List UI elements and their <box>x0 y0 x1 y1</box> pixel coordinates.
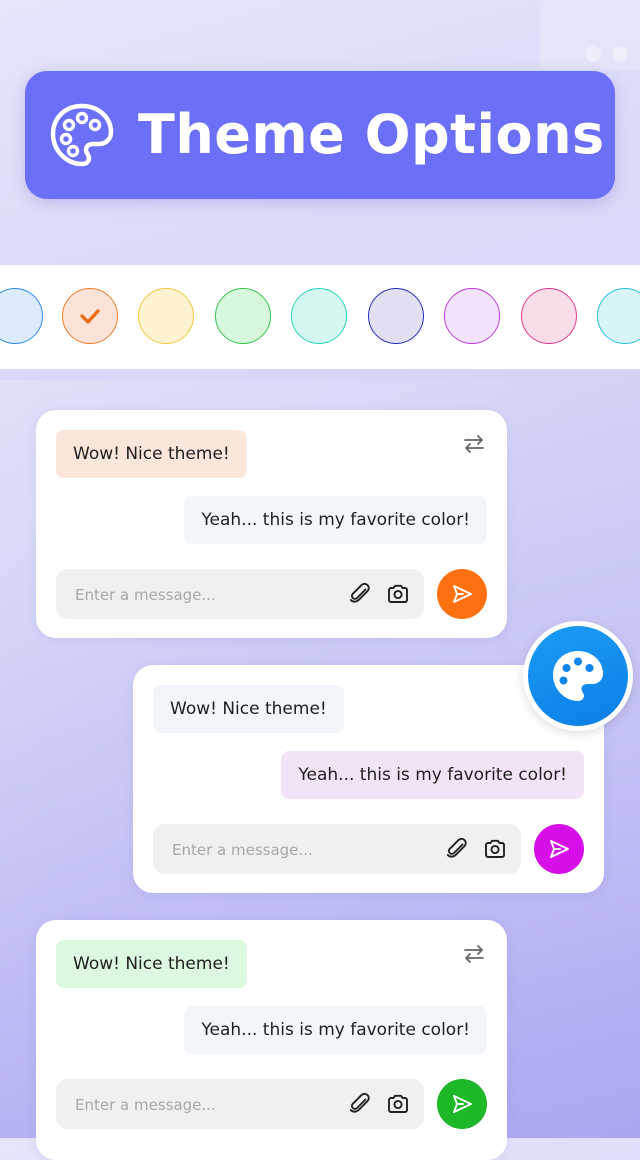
send-button[interactable] <box>534 824 584 874</box>
theme-options-banner: Theme Options <box>25 71 615 199</box>
chat-preview-card: Wow! Nice theme! Yeah... this is my favo… <box>36 920 507 1160</box>
swap-icon[interactable] <box>462 432 486 456</box>
swatch-teal[interactable] <box>291 288 347 344</box>
swatch-orange[interactable] <box>62 288 118 344</box>
send-icon <box>453 585 472 603</box>
message-input[interactable] <box>170 824 424 876</box>
message-input[interactable] <box>73 1079 327 1131</box>
sent-message: Yeah... this is my favorite color! <box>184 496 487 544</box>
send-icon <box>453 1095 472 1113</box>
swatch-blue[interactable] <box>0 288 43 344</box>
theme-palette-button[interactable] <box>523 621 633 731</box>
palette-icon <box>50 103 114 167</box>
chat-preview-card: Wow! Nice theme! Yeah... this is my favo… <box>36 410 507 638</box>
swatch-yellow[interactable] <box>138 288 194 344</box>
palette-button-face <box>528 626 628 726</box>
camera-icon[interactable] <box>386 1092 410 1116</box>
send-button[interactable] <box>437 1079 487 1129</box>
message-input-box <box>56 569 424 621</box>
message-input[interactable] <box>73 569 327 621</box>
message-input-box <box>56 1079 424 1131</box>
theme-color-picker <box>0 265 640 369</box>
checkmark-icon <box>80 309 100 324</box>
swap-icon[interactable] <box>462 942 486 966</box>
received-message: Wow! Nice theme! <box>56 940 247 988</box>
received-message: Wow! Nice theme! <box>153 685 344 733</box>
paperclip-icon[interactable] <box>445 837 469 861</box>
send-button[interactable] <box>437 569 487 619</box>
background-dot <box>585 46 601 62</box>
swatch-cyan[interactable] <box>597 288 640 344</box>
camera-icon[interactable] <box>483 837 507 861</box>
swatch-green[interactable] <box>215 288 271 344</box>
sent-message: Yeah... this is my favorite color! <box>184 1006 487 1054</box>
swatch-pink[interactable] <box>521 288 577 344</box>
sent-message: Yeah... this is my favorite color! <box>281 751 584 799</box>
send-icon <box>550 840 569 858</box>
swatch-purple[interactable] <box>444 288 500 344</box>
message-input-box <box>153 824 521 876</box>
palette-icon <box>553 651 603 701</box>
swatch-indigo[interactable] <box>368 288 424 344</box>
camera-icon[interactable] <box>386 582 410 606</box>
received-message: Wow! Nice theme! <box>56 430 247 478</box>
page-title: Theme Options <box>138 103 605 166</box>
paperclip-icon[interactable] <box>348 1092 372 1116</box>
background-dot <box>612 46 628 62</box>
paperclip-icon[interactable] <box>348 582 372 606</box>
